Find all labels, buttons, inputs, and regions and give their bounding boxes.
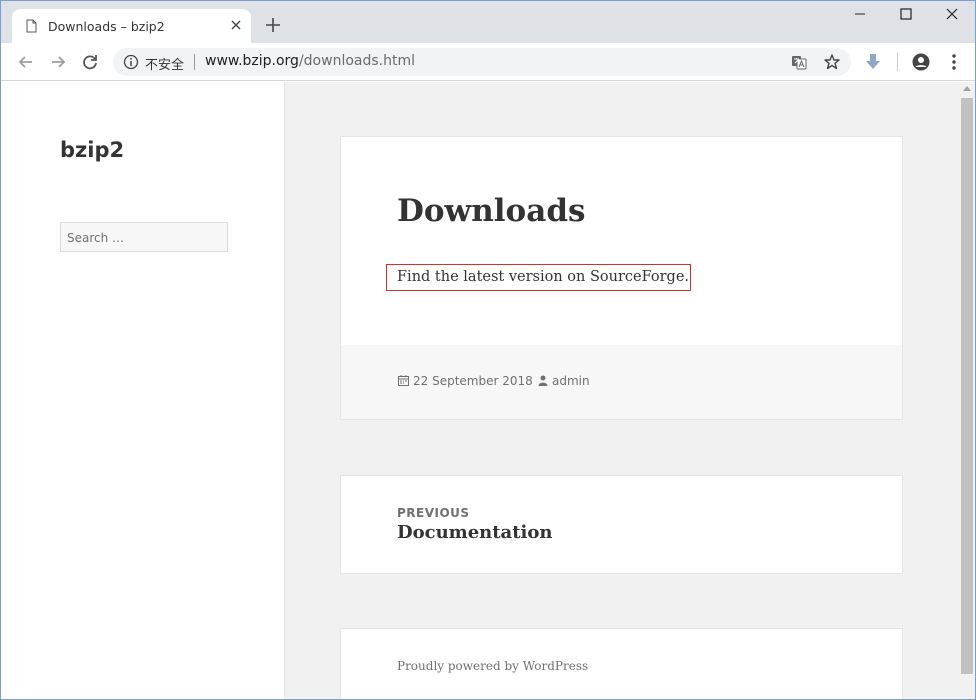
post-date[interactable]: 22 September 2018 [398, 374, 533, 388]
nav-previous-title[interactable]: Documentation [397, 522, 552, 543]
account-icon[interactable] [911, 52, 931, 72]
site-title[interactable]: bzip2 [60, 138, 124, 162]
back-arrow-icon[interactable] [15, 51, 37, 73]
toolbar: 不安全 www.bzip.org/downloads.html [1, 43, 975, 81]
post-meta: 22 September 2018 admin [341, 345, 902, 419]
page-content: bzip2 Search … Downloads Find the latest… [2, 82, 959, 699]
tab-downloads[interactable]: Downloads – bzip2 [12, 9, 251, 43]
menu-dots-icon[interactable] [944, 52, 964, 72]
translate-icon[interactable] [791, 54, 807, 70]
highlight-box: Find the latest version on SourceForge. [386, 264, 691, 291]
url-text[interactable]: www.bzip.org/downloads.html [205, 53, 415, 69]
post-navigation[interactable]: PREVIOUS Documentation [340, 475, 903, 574]
window-close-icon[interactable] [937, 5, 967, 27]
separator [194, 54, 195, 70]
star-icon[interactable] [823, 53, 841, 71]
tab-strip: Downloads – bzip2 [1, 1, 975, 43]
info-icon[interactable] [123, 54, 139, 70]
close-icon[interactable] [228, 17, 244, 33]
scroll-thumb[interactable] [961, 98, 973, 674]
toolbar-divider [897, 53, 898, 71]
security-label[interactable]: 不安全 [145, 54, 184, 73]
post-author[interactable]: admin [538, 374, 590, 388]
tab-title: Downloads – bzip2 [48, 19, 165, 34]
user-icon [538, 375, 548, 386]
address-bar[interactable]: 不安全 www.bzip.org/downloads.html [113, 48, 851, 76]
plus-icon[interactable] [263, 15, 283, 35]
maximize-icon[interactable] [891, 5, 921, 27]
download-icon[interactable] [863, 52, 883, 72]
search-input[interactable]: Search … [60, 222, 228, 252]
post-text[interactable]: Find the latest version on SourceForge. [397, 269, 689, 285]
scrollbar[interactable] [959, 82, 975, 699]
calendar-icon [398, 375, 409, 386]
footer-credit[interactable]: Proudly powered by WordPress [397, 659, 588, 673]
sidebar: bzip2 Search … [2, 82, 285, 699]
post-title: Downloads [397, 193, 586, 229]
post-author-text: admin [552, 374, 590, 388]
minimize-icon[interactable] [845, 5, 875, 27]
site-footer: Proudly powered by WordPress [340, 628, 903, 699]
url-path: /downloads.html [298, 53, 415, 69]
nav-previous-label: PREVIOUS [397, 506, 470, 520]
page-icon [26, 19, 37, 33]
post-card: Downloads Find the latest version on Sou… [340, 136, 903, 420]
reload-icon[interactable] [79, 51, 101, 73]
forward-arrow-icon[interactable] [47, 51, 69, 73]
scroll-up-arrow[interactable] [963, 86, 971, 91]
url-domain: www.bzip.org [205, 53, 299, 69]
post-date-text: 22 September 2018 [413, 374, 533, 388]
browser-window: Downloads – bzip2 不安全 www.bzip.org/downl… [0, 0, 976, 700]
